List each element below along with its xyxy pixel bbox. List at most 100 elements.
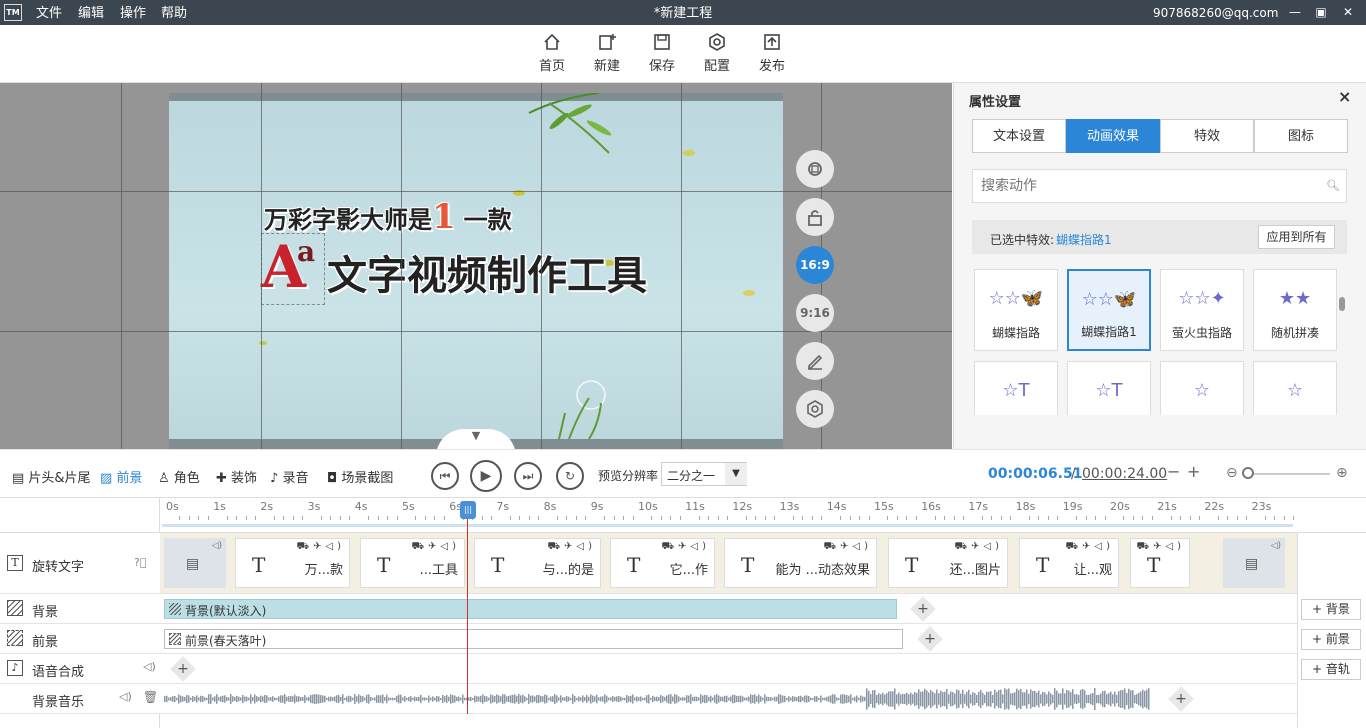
outro-clip[interactable]: ▤ ◁)	[1223, 538, 1285, 588]
menu-help[interactable]: 帮助	[161, 0, 187, 25]
add-foreground-button[interactable]: + 前景	[1301, 629, 1361, 650]
tab-icons[interactable]: 图标	[1254, 119, 1348, 153]
canvas-text-line1[interactable]: 万彩字影大师是1 一款	[264, 197, 512, 237]
music-waveform[interactable]	[164, 687, 1154, 711]
total-time[interactable]: 00:00:24.00	[1082, 466, 1167, 482]
replay-button[interactable]: ↻	[556, 462, 584, 490]
add-voice-button[interactable]: +	[170, 656, 196, 682]
add-background-button[interactable]: + 背景	[1301, 599, 1361, 620]
track-header-music[interactable]: 背景音乐 ◁) 🗑︎	[0, 684, 160, 714]
tab-animation[interactable]: 动画效果	[1066, 119, 1160, 153]
settings-button[interactable]	[796, 390, 834, 428]
role-button[interactable]: ♙ 角色	[158, 467, 200, 486]
canvas-text-line2[interactable]: 文字视频制作工具	[327, 243, 647, 301]
config-button[interactable]: 配置	[697, 33, 737, 74]
intro-outro-button[interactable]: ▤ 片头&片尾	[12, 467, 91, 486]
zoom-slider[interactable]	[1246, 473, 1330, 475]
account-email[interactable]: 907868260@qq.com	[1153, 0, 1278, 27]
record-button[interactable]: ♪ 录音	[270, 467, 308, 486]
effect-card[interactable]: ☆☆✦ 萤火虫指路	[1160, 269, 1244, 351]
zoom-out-icon[interactable]: ⊖	[1226, 465, 1238, 481]
zoom-in-icon[interactable]: ⊕	[1336, 465, 1348, 481]
add-bg-button[interactable]: +	[910, 596, 936, 622]
effect-card[interactable]: ☆T	[1067, 361, 1151, 415]
text-clip[interactable]: T ⛟✈◁) ...工具	[360, 538, 465, 588]
publish-button[interactable]: 发布	[752, 33, 792, 74]
clip-action-icons[interactable]: ⛟✈◁)	[954, 541, 1003, 554]
fg-clip[interactable]: 前景(春天落叶)	[164, 629, 903, 649]
minimize-button[interactable]: —	[1287, 4, 1303, 20]
text-clip[interactable]: T ⛟✈◁) 让...观	[1019, 538, 1119, 588]
lock-button[interactable]	[796, 198, 834, 236]
playhead-handle[interactable]: |||	[460, 501, 476, 519]
search-input[interactable]	[972, 169, 1347, 203]
effect-card[interactable]: ☆	[1160, 361, 1244, 415]
text-clip[interactable]: T ⛟✈◁) 能为 ...动态效果	[724, 538, 877, 588]
tab-effects[interactable]: 特效	[1160, 119, 1254, 153]
ruler-minor-tick	[1104, 516, 1106, 520]
text-clip[interactable]: T ⛟✈◁) 它...作	[610, 538, 715, 588]
foreground-button[interactable]: ▨ 前景	[100, 467, 142, 486]
ratio-16-9-button[interactable]: 16:9	[796, 246, 834, 284]
apply-all-button[interactable]: 应用到所有	[1258, 225, 1335, 249]
text-clip[interactable]: T ⛟✈◁) 万...款	[235, 538, 350, 588]
foreground-icon	[169, 633, 181, 645]
time-minus-button[interactable]: −	[1167, 462, 1180, 481]
home-button[interactable]: 首页	[532, 33, 572, 74]
volume-icon[interactable]: ◁)	[143, 660, 156, 673]
intro-clip[interactable]: ▤ ◁)	[164, 538, 226, 588]
time-ruler[interactable]: 0s 1s 2s 3s 4s 5s 6s 7s 8s 9s 10s 11s 12s 13s 14s 15s 16…	[160, 497, 1319, 533]
maximize-button[interactable]: ▣	[1313, 4, 1329, 20]
effect-card[interactable]: ☆T	[974, 361, 1058, 415]
effect-card[interactable]: ☆	[1253, 361, 1337, 415]
text-clip[interactable]: T ⛟✈◁)	[1130, 538, 1190, 588]
track-header-fg[interactable]: 前景	[0, 624, 160, 654]
new-button[interactable]: 新建	[587, 33, 627, 74]
search-icon[interactable]: 🔍︎	[1326, 179, 1340, 192]
save-button[interactable]: 保存	[642, 33, 682, 74]
menu-operate[interactable]: 操作	[120, 0, 146, 25]
effect-card-selected[interactable]: ☆☆🦋 蝴蝶指路1	[1067, 269, 1151, 351]
bg-clip[interactable]: 背景(默认淡入)	[164, 599, 897, 619]
effect-card[interactable]: ☆☆🦋 蝴蝶指路	[974, 269, 1058, 351]
resolution-select[interactable]: 二分之一 ▼	[661, 462, 747, 486]
rotate-button[interactable]	[796, 150, 834, 188]
zoom-slider-handle[interactable]	[1242, 467, 1254, 479]
help-icon[interactable]: ?⃝	[134, 556, 146, 569]
play-button[interactable]: ▶	[470, 460, 502, 492]
panel-scrollbar[interactable]	[1339, 297, 1345, 311]
volume-icon[interactable]: ◁)	[119, 690, 132, 703]
clip-action-icons[interactable]: ⛟✈◁)	[296, 541, 345, 554]
clip-action-icons[interactable]: ⛟✈◁)	[547, 541, 596, 554]
screenshot-button[interactable]: ◘ 场景截图	[327, 467, 393, 486]
decor-button[interactable]: ✚ 装饰	[216, 467, 257, 486]
clip-action-icons[interactable]: ⛟✈◁)	[411, 541, 460, 554]
add-music-button[interactable]: +	[1168, 686, 1194, 712]
clip-action-icons[interactable]: ⛟✈◁)	[1136, 541, 1185, 554]
track-header-text[interactable]: T 旋转文字 ?⃝	[0, 533, 160, 594]
menu-edit[interactable]: 编辑	[78, 0, 104, 25]
track-header-bg[interactable]: 背景	[0, 594, 160, 624]
track-header-voice[interactable]: ♪ 语音合成 ◁)	[0, 654, 160, 684]
panel-close-button[interactable]: ×	[1338, 87, 1351, 106]
text-clip[interactable]: T ⛟✈◁) 与...的是	[474, 538, 601, 588]
ruler-tick-label: 2s	[260, 500, 274, 513]
add-audio-track-button[interactable]: + 音轨	[1301, 659, 1361, 680]
prev-button[interactable]: ⏮	[431, 462, 459, 490]
effect-card[interactable]: ★★ 随机拼凑	[1253, 269, 1337, 351]
text-clip[interactable]: T ⛟✈◁) 还...图片	[888, 538, 1008, 588]
time-plus-button[interactable]: +	[1187, 462, 1200, 481]
next-button[interactable]: ⏭	[514, 462, 542, 490]
timeline-controls: ▤ 片头&片尾 ▨ 前景 ♙ 角色 ✚ 装饰 ♪ 录音 ◘ 场景截图 ⏮ ▶ ⏭…	[0, 449, 1366, 497]
ruler-range-bar[interactable]	[162, 524, 1293, 527]
clip-action-icons[interactable]: ⛟✈◁)	[661, 541, 710, 554]
edit-button[interactable]	[796, 342, 834, 380]
add-fg-button[interactable]: +	[917, 626, 943, 652]
close-button[interactable]: ✕	[1340, 4, 1356, 20]
menu-file[interactable]: 文件	[36, 0, 62, 25]
clip-action-icons[interactable]: ⛟✈◁)	[823, 541, 872, 554]
tab-text-settings[interactable]: 文本设置	[972, 119, 1066, 153]
clip-action-icons[interactable]: ⛟✈◁)	[1065, 541, 1114, 554]
ratio-9-16-button[interactable]: 9:16	[796, 294, 834, 332]
trash-icon[interactable]: 🗑︎	[143, 690, 158, 704]
